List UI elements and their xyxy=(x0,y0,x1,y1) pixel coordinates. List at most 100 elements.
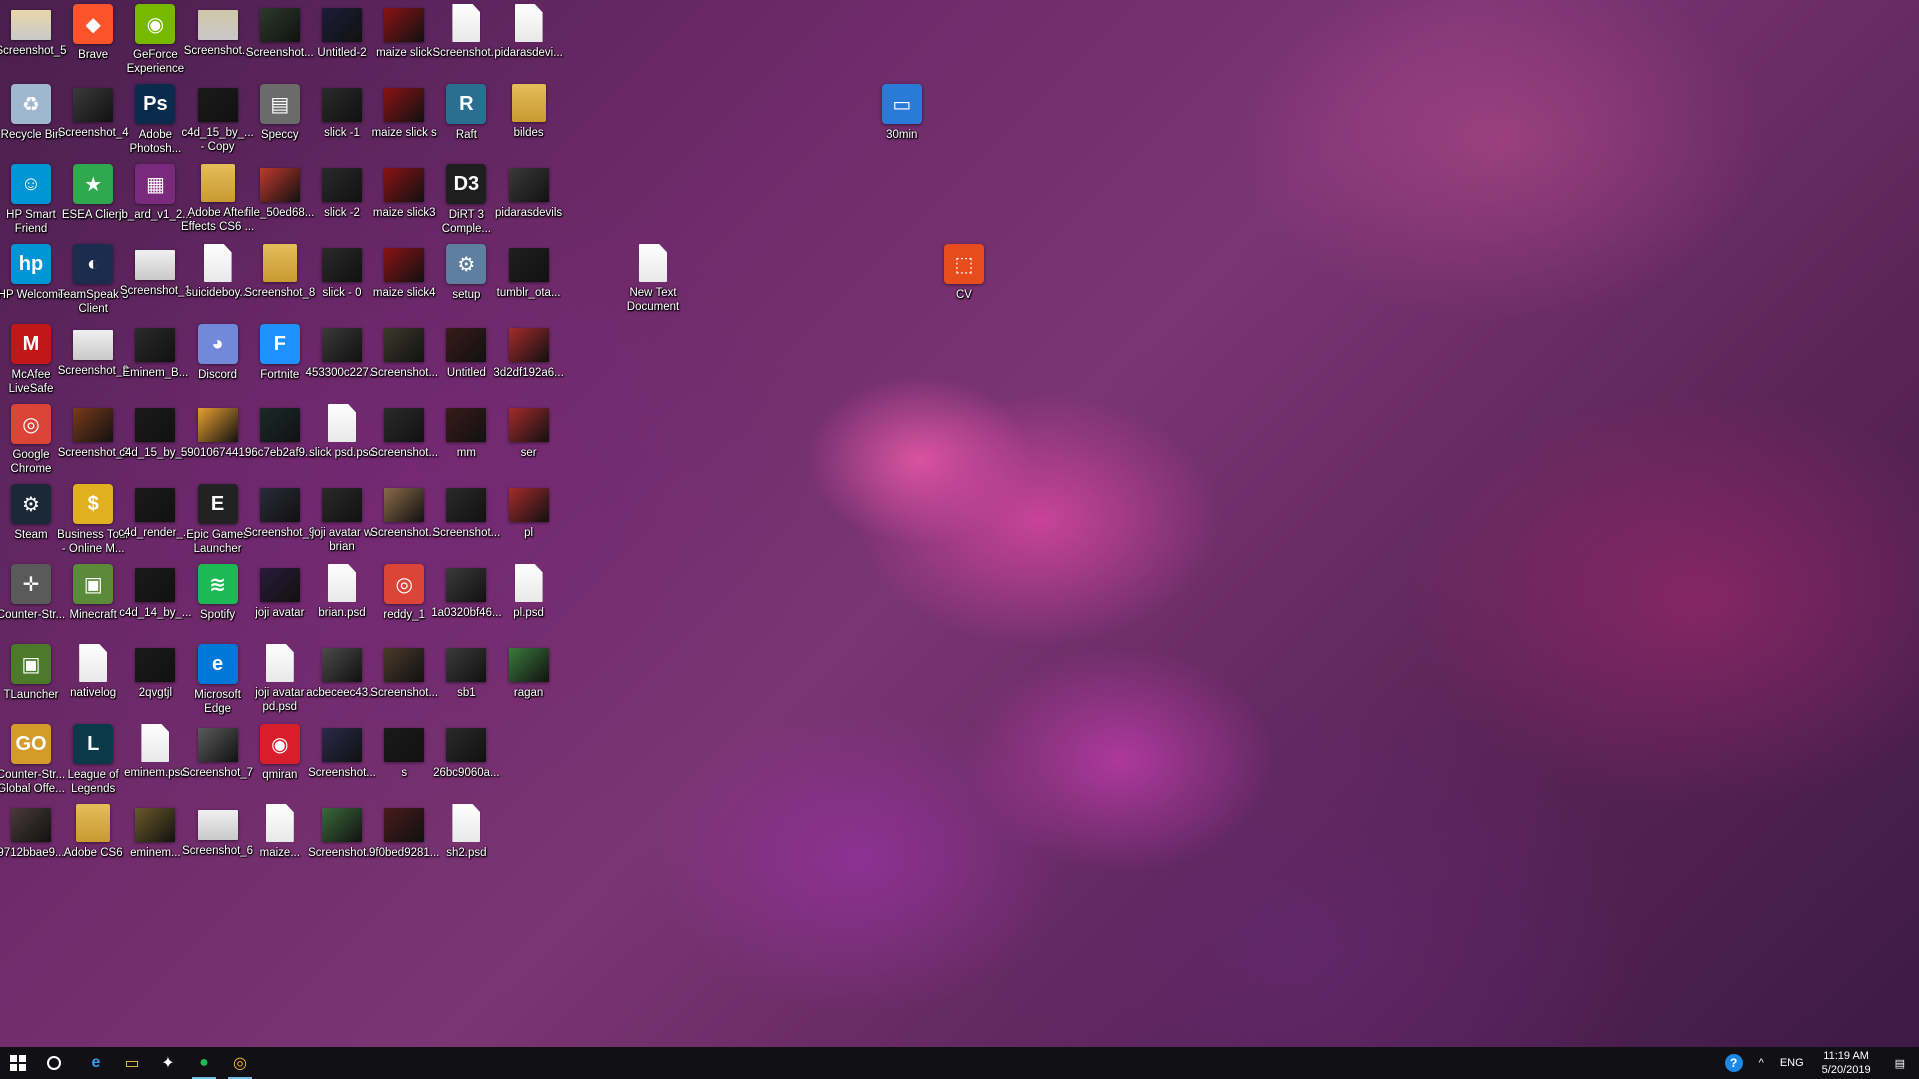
app-icon: ⬚ xyxy=(944,244,984,284)
action-center-button[interactable]: ▤ xyxy=(1881,1047,1919,1079)
img-icon xyxy=(259,168,300,202)
img-icon xyxy=(73,88,114,122)
desktop[interactable]: Screenshot_5 ◆ Brave ◉ GeForce Experience Scr… xyxy=(0,0,1919,1047)
edge-taskbar-button[interactable]: e xyxy=(78,1047,114,1079)
app-icon: ◎ xyxy=(384,564,425,604)
app-icon: E xyxy=(197,484,238,524)
help-tray-button[interactable]: ? xyxy=(1717,1047,1751,1079)
img-icon xyxy=(384,88,425,122)
doc-icon xyxy=(141,724,170,762)
app-icon: M xyxy=(11,324,51,364)
chrome-taskbar-button[interactable]: ◎ xyxy=(222,1047,258,1079)
dropbox-taskbar-button[interactable]: ✦ xyxy=(150,1047,186,1079)
desktop-icon-label: ser xyxy=(520,447,537,459)
img-icon xyxy=(446,728,487,762)
img-icon xyxy=(135,808,176,842)
desktop-icon-label: pidarasdevils xyxy=(495,207,563,219)
shot-icon xyxy=(197,810,238,840)
img-icon xyxy=(197,88,238,122)
file-explorer-taskbar-icon: ▭ xyxy=(124,1055,140,1072)
spotify-taskbar-button[interactable]: ● xyxy=(186,1047,222,1079)
img-icon xyxy=(384,408,425,442)
clock-button[interactable]: 11:19 AM 5/20/2019 xyxy=(1812,1049,1881,1077)
app-icon: ▣ xyxy=(11,644,51,684)
img-icon xyxy=(197,408,238,442)
app-icon: ▣ xyxy=(73,564,114,604)
desktop-icon-label: CV xyxy=(956,289,972,301)
cortana-button[interactable] xyxy=(36,1047,72,1079)
shot-icon xyxy=(73,330,114,360)
desktop-icon[interactable]: ⬚ CV xyxy=(926,240,1002,336)
app-icon: L xyxy=(73,724,114,764)
img-icon xyxy=(322,648,362,682)
img-icon xyxy=(508,648,549,682)
start-button[interactable] xyxy=(0,1047,36,1079)
app-icon: ⚙ xyxy=(446,244,487,284)
input-language-button[interactable]: ENG xyxy=(1772,1047,1812,1079)
doc-icon xyxy=(265,804,294,842)
img-icon xyxy=(508,168,549,202)
desktop-icon[interactable]: ▭ 30min xyxy=(864,80,940,176)
shot-icon xyxy=(197,10,238,40)
notification-icon: ▤ xyxy=(1894,1057,1905,1070)
chevron-up-icon: ^ xyxy=(1758,1057,1764,1069)
desktop-icon-label: pidarasdevi... xyxy=(494,47,563,59)
app-icon: ◎ xyxy=(11,404,51,444)
show-hidden-icons-button[interactable]: ^ xyxy=(1751,1047,1772,1079)
app-icon: ▦ xyxy=(135,164,176,204)
folder-icon xyxy=(200,164,235,202)
file-explorer-taskbar-button[interactable]: ▭ xyxy=(114,1047,150,1079)
desktop-icon-label: 3d2df192a6... xyxy=(493,367,564,379)
language-label: ENG xyxy=(1779,1057,1804,1069)
img-icon xyxy=(197,728,238,762)
img-icon xyxy=(384,168,425,202)
app-icon: $ xyxy=(73,484,114,524)
app-icon: ☺ xyxy=(11,164,51,204)
desktop-icon-label: pl.psd xyxy=(513,607,544,619)
doc-icon xyxy=(639,244,667,282)
doc-icon xyxy=(203,244,232,282)
windows-start-icon xyxy=(10,1055,26,1071)
img-icon xyxy=(135,488,176,522)
img-icon xyxy=(11,808,51,842)
app-icon: ★ xyxy=(73,164,114,204)
doc-icon xyxy=(452,804,481,842)
img-icon xyxy=(508,408,549,442)
cortana-circle-icon xyxy=(47,1056,61,1070)
img-icon xyxy=(446,648,487,682)
app-icon: F xyxy=(259,324,300,364)
img-icon xyxy=(384,808,425,842)
doc-icon xyxy=(452,4,481,42)
desktop-icon-label: ragan xyxy=(513,687,544,699)
img-icon xyxy=(384,488,425,522)
img-icon xyxy=(259,408,300,442)
doc-icon xyxy=(265,644,294,682)
taskbar-pinned-apps: e ▭ ✦ ● ◎ xyxy=(78,1047,258,1079)
desktop-icon-label: tumblr_ota... xyxy=(496,287,561,299)
img-icon xyxy=(384,648,425,682)
desktop-icon-label: pl xyxy=(524,527,534,539)
app-icon: ✛ xyxy=(11,564,51,604)
clock-time: 11:19 AM xyxy=(1823,1050,1869,1062)
app-icon: ▤ xyxy=(259,84,300,124)
doc-icon xyxy=(328,564,356,602)
desktop-icon-label: New Text Document xyxy=(626,287,680,313)
img-icon xyxy=(446,328,487,362)
folder-icon xyxy=(76,804,111,842)
app-icon: GO xyxy=(11,724,51,764)
app-icon: ◕ xyxy=(197,324,238,364)
shot-icon xyxy=(11,10,51,40)
app-icon: ◉ xyxy=(135,4,176,44)
desktop-icon-label: bildes xyxy=(513,127,544,139)
img-icon xyxy=(135,648,176,682)
img-icon xyxy=(508,328,549,362)
img-icon xyxy=(135,408,176,442)
app-icon: ⚙ xyxy=(11,484,51,524)
img-icon xyxy=(322,328,362,362)
desktop-icon-label: 30min xyxy=(886,129,918,141)
desktop-icon[interactable]: New Text Document xyxy=(615,240,691,336)
img-icon xyxy=(259,568,300,602)
app-icon: ♻ xyxy=(11,84,51,124)
doc-icon xyxy=(79,644,108,682)
desktop-icon[interactable]: sh2.psd xyxy=(428,800,504,896)
